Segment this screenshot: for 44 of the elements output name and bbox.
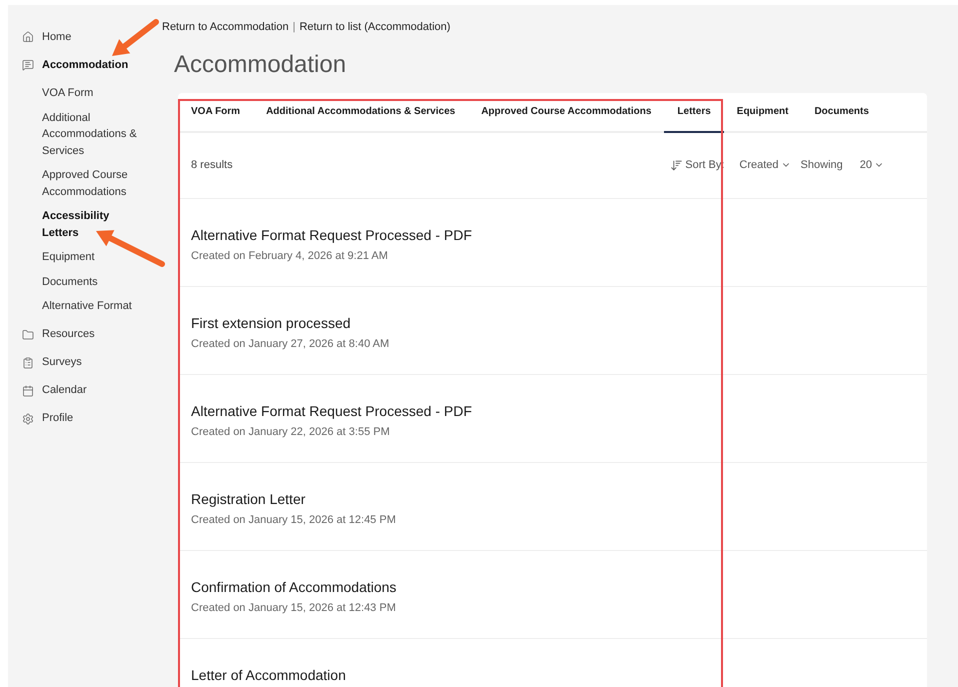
tab[interactable]: Approved Course Accommodations [468,92,664,132]
sidebar-subitem[interactable]: Accessibility Letters [42,204,138,245]
letter-title: Confirmation of Accommodations [191,578,398,596]
tab[interactable]: Documents [801,92,882,132]
tab[interactable]: VOA Form [178,92,254,132]
tab[interactable]: Additional Accommodations & Services [253,92,468,132]
page-size-dropdown[interactable]: 20 [860,156,884,174]
sidebar-subitem[interactable]: Approved Course Accommodations [42,163,138,204]
breadcrumb-link[interactable]: Return to list (Accommodation) [299,19,450,36]
letter-row[interactable]: First extension processed Created on January 27, 2026 at 8:40 AM [178,286,927,374]
letter-date: Created on January 27, 2026 at 8:40 AM [191,336,390,350]
sidebar-subitem[interactable]: Equipment [42,245,138,270]
sort-dropdown[interactable]: Created [739,156,791,174]
sidebar-subitem[interactable]: VOA Form [42,81,138,106]
sidebar-item[interactable]: Resources [8,320,162,348]
letter-date: Created on January 15, 2026 at 12:45 PM [191,512,397,526]
letter-date: Created on January 15, 2026 at 12:43 PM [191,600,397,614]
letter-title: Alternative Format Request Processed - PDF [191,402,473,420]
tab[interactable]: Equipment [724,92,802,132]
letter-row[interactable]: Alternative Format Request Processed - PDF Created on January 22, 2026 at 3:55 PM [178,374,927,462]
sidebar-item[interactable]: Accommodation [8,51,162,79]
sidebar-subitem[interactable]: Documents [42,270,138,294]
letter-date: Created on February 4, 2026 at 9:21 AM [191,248,389,262]
letter-title: First extension processed [191,314,352,332]
letter-title: Registration Letter [191,490,306,508]
sidebar-subitem[interactable]: Additional Accommodations & Services [42,106,138,163]
letter-title: Letter of Accommodation [191,666,347,684]
sidebar-item[interactable]: Surveys [8,348,162,376]
letter-date: Created on January 22, 2026 at 3:55 PM [191,424,391,438]
sidebar-item[interactable]: Home [8,23,162,51]
showing-label: Showing [800,158,843,173]
tab[interactable]: Letters [664,92,724,132]
letter-title: Alternative Format Request Processed - PDF [191,226,473,244]
letter-row[interactable]: Letter of Accommodation [178,638,927,687]
breadcrumb-separator: | [292,20,296,35]
results-count: 8 results [191,158,233,173]
sidebar-item[interactable]: Calendar [8,376,162,404]
letter-row[interactable]: Registration Letter Created on January 15, 2026 at 12:45 PM [178,462,927,550]
sidebar-subitem[interactable]: Alternative Format [42,294,138,318]
breadcrumb-link[interactable]: Return to Accommodation [162,19,289,36]
sidebar-item[interactable]: Profile [8,404,162,432]
letter-row[interactable]: Alternative Format Request Processed - PDF Created on February 4, 2026 at 9:21 AM [178,198,927,286]
letter-row[interactable]: Confirmation of Accommodations Created on January 15, 2026 at 12:43 PM [178,550,927,638]
page-title: Accommodation [174,50,348,80]
